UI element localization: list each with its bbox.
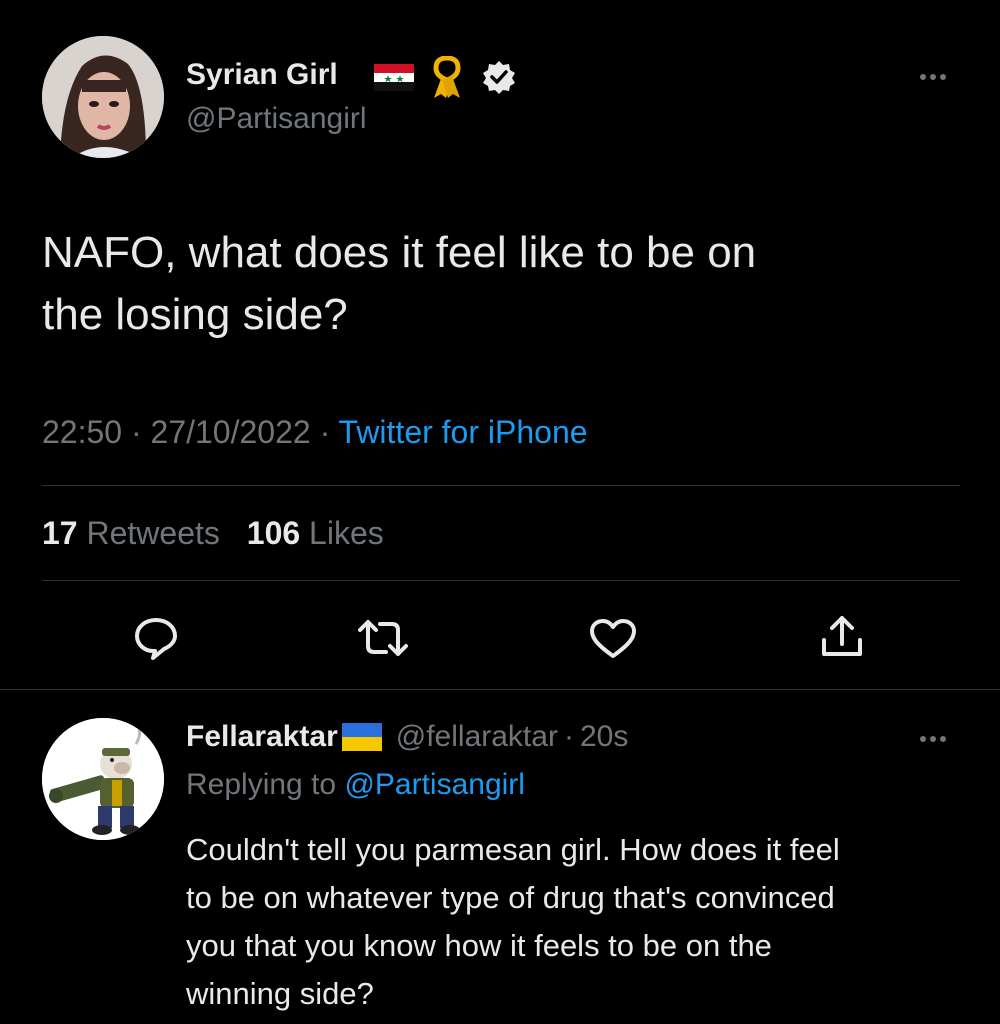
author-handle[interactable]: @Partisangirl — [186, 102, 367, 136]
tweet-text-line: the losing side? — [42, 290, 348, 339]
yellow-ribbon-icon — [430, 56, 464, 100]
reply-text-line: winning side? — [186, 976, 374, 1011]
tweet-text: NAFO, what does it feel like to be on th… — [42, 222, 756, 346]
reply-time[interactable]: 20s — [580, 720, 628, 754]
reply-author-name[interactable]: Fellaraktar — [186, 720, 338, 754]
author-name[interactable]: Syrian Girl — [186, 58, 338, 92]
tweet-text-line: NAFO, what does it feel like to be on — [42, 228, 757, 277]
replying-handle[interactable]: @Partisangirl — [344, 768, 525, 801]
verified-badge-icon — [482, 60, 516, 94]
more-icon[interactable] — [920, 74, 946, 80]
retweets-stat[interactable]: 17 Retweets — [42, 515, 229, 551]
likes-stat[interactable]: 106 Likes — [247, 515, 384, 551]
reply-icon[interactable] — [133, 616, 179, 660]
share-icon[interactable] — [820, 614, 864, 660]
divider — [42, 485, 960, 486]
separator: · — [319, 414, 331, 450]
separator: · — [563, 720, 574, 753]
tweet-date[interactable]: 27/10/2022 — [151, 414, 311, 450]
divider — [42, 580, 960, 581]
author-avatar[interactable] — [42, 36, 164, 158]
tweet-timestamp: 22:50 · 27/10/2022 · Twitter for iPhone — [42, 414, 588, 451]
separator: · — [130, 414, 142, 450]
syria-flag-icon — [374, 64, 414, 91]
reply-author-avatar[interactable] — [42, 718, 164, 840]
divider — [0, 689, 1000, 690]
reply-text-line: Couldn't tell you parmesan girl. How doe… — [186, 832, 840, 867]
reply-text: Couldn't tell you parmesan girl. How doe… — [186, 826, 840, 1018]
likes-label: Likes — [309, 515, 384, 551]
tweet-stats: 17 Retweets 106 Likes — [42, 515, 384, 552]
more-icon[interactable] — [920, 736, 946, 742]
retweet-icon[interactable] — [356, 618, 410, 658]
replying-label: Replying to — [186, 768, 337, 801]
retweets-label: Retweets — [86, 515, 220, 551]
likes-count: 106 — [246, 515, 301, 551]
reply-header: Fellaraktar @fellaraktar · 20s — [186, 720, 628, 754]
tweet-time[interactable]: 22:50 — [42, 414, 122, 450]
retweets-count: 17 — [42, 515, 78, 551]
replying-to: Replying to @Partisangirl — [186, 768, 525, 802]
reply-text-line: to be on whatever type of drug that's co… — [186, 880, 835, 915]
reply-text-line: you that you know how it feels to be on … — [186, 928, 772, 963]
reply-author-handle[interactable]: @fellaraktar — [396, 720, 558, 754]
tweet-source[interactable]: Twitter for iPhone — [339, 414, 588, 450]
ukraine-flag-icon — [341, 723, 382, 751]
like-icon[interactable] — [589, 618, 637, 660]
